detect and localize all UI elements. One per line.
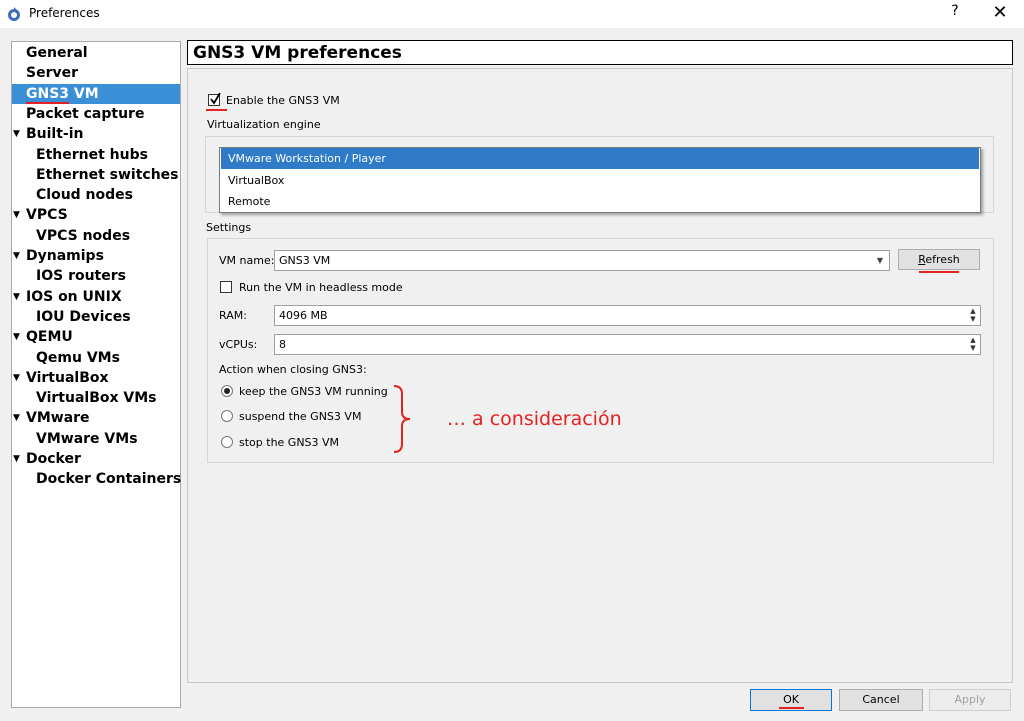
vcpus-spinbox[interactable]: 8 ▲ ▼ bbox=[274, 334, 981, 355]
help-icon[interactable]: ? bbox=[946, 3, 964, 23]
radio-stop[interactable] bbox=[221, 436, 233, 448]
expand-arrow-icon[interactable]: ▼ bbox=[13, 287, 20, 307]
sidebar-item-label: VirtualBox bbox=[26, 369, 109, 386]
closing-action-label: Action when closing GNS3: bbox=[219, 363, 367, 376]
sidebar-item[interactable]: ▼ Dynamips bbox=[12, 246, 180, 266]
annotation-text: … a consideración bbox=[447, 408, 622, 430]
page-title: GNS3 VM preferences bbox=[193, 43, 402, 63]
sidebar-item-label: Packet capture bbox=[26, 105, 145, 122]
headless-mode-checkbox[interactable] bbox=[220, 281, 232, 293]
annotation-underline bbox=[779, 707, 804, 709]
sidebar-item-label: IOU Devices bbox=[36, 308, 131, 325]
annotation-underline bbox=[919, 271, 959, 273]
radio-keep-running-label: keep the GNS3 VM running bbox=[239, 385, 388, 398]
spin-arrows-icon[interactable]: ▲ ▼ bbox=[967, 307, 979, 324]
sidebar-item-label: VPCS nodes bbox=[36, 227, 131, 244]
close-icon[interactable]: ✕ bbox=[990, 2, 1010, 24]
sidebar-item[interactable]: ▼ VirtualBox bbox=[12, 368, 180, 388]
annotation-underline bbox=[206, 109, 227, 111]
refresh-button[interactable]: Refresh bbox=[898, 249, 980, 270]
expand-arrow-icon[interactable]: ▼ bbox=[13, 408, 20, 428]
sidebar-item-label: General bbox=[26, 45, 88, 61]
sidebar-item-label: Docker bbox=[26, 451, 81, 467]
ram-value: 4096 MB bbox=[279, 309, 328, 322]
expand-arrow-icon[interactable]: ▼ bbox=[13, 368, 20, 388]
sidebar-item-label: VPCS bbox=[26, 207, 68, 224]
sidebar-item[interactable]: Docker Containers bbox=[12, 469, 182, 489]
sidebar-item[interactable]: VirtualBox VMs bbox=[12, 388, 180, 408]
sidebar-item-label: IOS on UNIX bbox=[26, 288, 122, 305]
radio-suspend-label: suspend the GNS3 VM bbox=[239, 410, 362, 423]
sidebar-item[interactable]: IOS routers bbox=[12, 266, 180, 286]
sidebar-item-label: Ethernet switches bbox=[36, 166, 179, 183]
chevron-down-icon: ▼ bbox=[876, 256, 883, 265]
settings-label: Settings bbox=[206, 221, 252, 234]
expand-arrow-icon[interactable]: ▼ bbox=[13, 124, 20, 144]
sidebar-item-label: Ethernet hubs bbox=[36, 146, 148, 163]
ram-spinbox[interactable]: 4096 MB ▲ ▼ bbox=[274, 305, 981, 326]
sidebar-item[interactable]: ▼ Docker bbox=[12, 449, 180, 469]
sidebar-item[interactable]: Packet capture bbox=[12, 104, 180, 124]
sidebar-item[interactable]: GNS3 VM bbox=[12, 83, 180, 104]
sidebar-item[interactable]: ▼ QEMU bbox=[12, 327, 180, 347]
sidebar-item-label: VMware VMs bbox=[36, 430, 138, 447]
ram-label: RAM: bbox=[219, 309, 247, 322]
expand-arrow-icon[interactable]: ▼ bbox=[13, 449, 20, 469]
sidebar-item[interactable]: VMware VMs bbox=[12, 429, 180, 449]
sidebar-item[interactable]: General bbox=[12, 43, 180, 63]
sidebar-item-label: Qemu VMs bbox=[36, 349, 120, 366]
headless-mode-label: Run the VM in headless mode bbox=[239, 281, 403, 294]
expand-arrow-icon[interactable]: ▼ bbox=[13, 205, 20, 225]
radio-suspend[interactable] bbox=[221, 410, 233, 422]
vm-name-label: VM name: bbox=[219, 254, 275, 267]
radio-selected-dot bbox=[224, 388, 230, 394]
sidebar-item-label: Cloud nodes bbox=[36, 187, 133, 204]
sidebar-item-label: QEMU bbox=[26, 329, 73, 346]
sidebar-item-label: Server bbox=[26, 65, 79, 82]
sidebar-item-label: VirtualBox VMs bbox=[36, 390, 157, 407]
preferences-sidebar: General Server GNS3 VM Packet capture ▼ Built… bbox=[11, 41, 181, 708]
sidebar-item[interactable]: Ethernet switches bbox=[12, 165, 180, 185]
checkmark-icon bbox=[210, 93, 221, 105]
sidebar-item-label: GNS3 VM bbox=[26, 85, 99, 102]
enable-gns3-vm-label: Enable the GNS3 VM bbox=[226, 94, 340, 107]
sidebar-item[interactable]: Server bbox=[12, 63, 180, 83]
virtualization-engine-dropdown-list[interactable]: VMware Workstation / Player VirtualBox R… bbox=[219, 147, 981, 213]
window-title: Preferences bbox=[29, 6, 100, 20]
expand-arrow-icon[interactable]: ▼ bbox=[13, 327, 20, 347]
sidebar-item[interactable]: Cloud nodes bbox=[12, 185, 180, 205]
annotation-brace-icon bbox=[393, 385, 411, 453]
cancel-button[interactable]: Cancel bbox=[839, 689, 923, 711]
sidebar-item-label: Built-in bbox=[26, 126, 84, 143]
sidebar-item[interactable]: Qemu VMs bbox=[12, 348, 180, 368]
sidebar-item[interactable]: VPCS nodes bbox=[12, 226, 180, 246]
expand-arrow-icon[interactable]: ▼ bbox=[13, 246, 20, 266]
sidebar-item[interactable]: ▼ Built-in bbox=[12, 124, 180, 144]
sidebar-item[interactable]: ▼ VPCS bbox=[12, 205, 180, 225]
radio-stop-label: stop the GNS3 VM bbox=[239, 436, 340, 449]
sidebar-item[interactable]: ▼ IOS on UNIX bbox=[12, 287, 180, 307]
vm-name-value: GNS3 VM bbox=[279, 254, 331, 267]
vcpus-value: 8 bbox=[279, 338, 286, 351]
sidebar-item-label: VMware bbox=[26, 410, 90, 427]
engine-option-virtualbox[interactable]: VirtualBox bbox=[221, 170, 979, 191]
enable-gns3-vm-checkbox[interactable] bbox=[208, 93, 221, 106]
apply-button[interactable]: Apply bbox=[929, 689, 1011, 711]
page-header: GNS3 VM preferences bbox=[187, 40, 1013, 65]
engine-option-vmware[interactable]: VMware Workstation / Player bbox=[221, 148, 979, 169]
sidebar-item[interactable]: Ethernet hubs bbox=[12, 145, 180, 165]
sidebar-item[interactable]: IOU Devices bbox=[12, 307, 180, 327]
radio-keep-running[interactable] bbox=[221, 385, 233, 397]
spin-arrows-icon[interactable]: ▲ ▼ bbox=[967, 336, 979, 353]
vcpus-label: vCPUs: bbox=[219, 338, 258, 351]
virtualization-engine-label: Virtualization engine bbox=[207, 118, 321, 131]
sidebar-item-label: Docker Containers bbox=[36, 471, 182, 488]
sidebar-item-label: Dynamips bbox=[26, 248, 104, 264]
title-bar: Preferences ? ✕ bbox=[0, 0, 1024, 28]
sidebar-item[interactable]: ▼ VMware bbox=[12, 408, 180, 428]
vm-name-select[interactable]: GNS3 VM ▼ bbox=[274, 250, 890, 271]
engine-option-remote[interactable]: Remote bbox=[221, 191, 979, 212]
gns3-app-icon bbox=[8, 7, 20, 21]
sidebar-item-label: IOS routers bbox=[36, 268, 126, 285]
